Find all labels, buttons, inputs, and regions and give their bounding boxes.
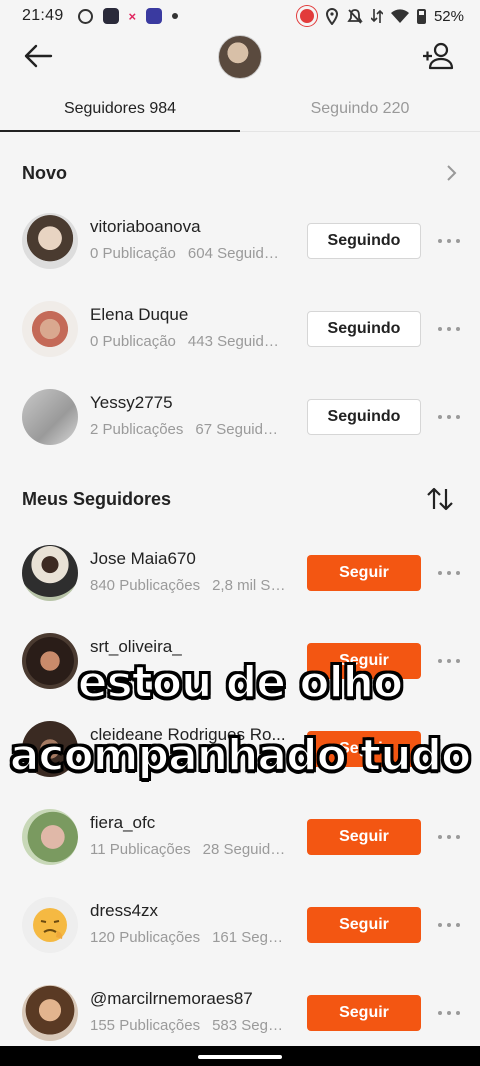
user-name: fiera_ofc bbox=[90, 813, 156, 832]
system-icons: 52% bbox=[296, 6, 464, 26]
home-gesture-handle[interactable] bbox=[198, 1055, 282, 1059]
section-title-followers: Meus Seguidores bbox=[22, 489, 172, 509]
messenger-icon bbox=[102, 8, 119, 24]
list-item[interactable]: vitoriaboanova 0 Publicação 604 Seguidore… bbox=[0, 213, 480, 301]
following-button[interactable]: Seguindo bbox=[307, 311, 421, 347]
followers-count: 28 Seguidores bbox=[202, 841, 286, 858]
close-icon: × bbox=[128, 8, 137, 24]
emoji-icon bbox=[33, 908, 67, 942]
list-item[interactable]: Jose Maia670 840 Publicações 2,8 mil Segu… bbox=[0, 545, 480, 633]
navigation-bar bbox=[0, 1046, 480, 1066]
notification-icons: × bbox=[77, 8, 179, 24]
user-name: @marcilrnemoraes87 bbox=[90, 989, 253, 1008]
app-icon bbox=[146, 8, 163, 24]
following-button[interactable]: Seguindo bbox=[307, 399, 421, 435]
list-item[interactable]: Elena Duque 0 Publicação 443 Seguidores S… bbox=[0, 301, 480, 389]
status-time: 21:49 bbox=[22, 7, 64, 24]
user-stats: 0 Publicação 604 Seguidores bbox=[90, 245, 286, 262]
followers-count: 67 Seguidores bbox=[195, 421, 286, 438]
user-stats: 2 Publicações 67 Seguidores bbox=[90, 421, 286, 438]
user-stats: 840 Publicações 2,8 mil Seguidores bbox=[90, 577, 286, 594]
add-user-button[interactable] bbox=[418, 38, 458, 74]
user-name: Yessy2775 bbox=[90, 393, 173, 412]
user-name: vitoriaboanova bbox=[90, 217, 201, 236]
more-icon[interactable] bbox=[438, 415, 460, 421]
list-item[interactable]: Yessy2775 2 Publicações 67 Seguidores Seg… bbox=[0, 389, 480, 477]
posts-count: 120 Publicações bbox=[90, 929, 201, 946]
user-name: Elena Duque bbox=[90, 305, 189, 324]
dot-icon bbox=[172, 13, 179, 19]
following-button[interactable]: Seguindo bbox=[307, 223, 421, 259]
avatar[interactable] bbox=[22, 213, 78, 269]
posts-count: 155 Publicações bbox=[90, 1017, 201, 1034]
back-button[interactable] bbox=[18, 38, 58, 74]
battery-icon bbox=[416, 8, 426, 24]
tab-bar: Seguidores 984 Seguindo 220 bbox=[0, 88, 480, 132]
battery-percent: 52% bbox=[433, 7, 464, 25]
data-icon bbox=[370, 9, 383, 23]
top-header bbox=[0, 32, 480, 82]
tab-following[interactable]: Seguindo 220 bbox=[240, 88, 480, 131]
avatar[interactable] bbox=[22, 389, 78, 445]
user-name: dress4zx bbox=[90, 901, 159, 920]
follow-button[interactable]: Seguir bbox=[307, 995, 421, 1031]
more-icon[interactable] bbox=[438, 835, 460, 841]
avatar[interactable] bbox=[22, 301, 78, 357]
posts-count: 11 Publicações bbox=[90, 841, 191, 858]
posts-count: 0 Publicação bbox=[90, 333, 176, 350]
recording-icon bbox=[77, 8, 93, 24]
user-name: Jose Maia670 bbox=[90, 549, 196, 568]
chevron-right-icon[interactable] bbox=[444, 163, 458, 183]
section-title-new: Novo bbox=[22, 163, 67, 183]
wifi-icon bbox=[390, 8, 409, 23]
list-item[interactable]: dress4zx 120 Publicações 161 Seguidores S… bbox=[0, 897, 480, 985]
location-icon bbox=[325, 7, 338, 25]
user-name: srt_oliveira_ bbox=[90, 637, 182, 656]
posts-count: 2 Publicações bbox=[90, 421, 184, 438]
user-stats: 11 Publicações 28 Seguidores bbox=[90, 841, 286, 858]
mute-icon bbox=[347, 8, 363, 24]
posts-count: 840 Publicações bbox=[90, 577, 201, 594]
user-stats: 0 Publicação 443 Seguidores bbox=[90, 333, 286, 350]
followers-count: 604 Seguidores bbox=[187, 245, 286, 262]
status-bar: 21:49 × 52% bbox=[0, 0, 480, 32]
avatar[interactable] bbox=[22, 809, 78, 865]
followers-count: 443 Seguidores bbox=[187, 333, 286, 350]
more-icon[interactable] bbox=[438, 239, 460, 245]
user-stats: 155 Publicações 583 Seguidores bbox=[90, 1017, 286, 1034]
more-icon[interactable] bbox=[438, 923, 460, 929]
follow-button[interactable]: Seguir bbox=[307, 819, 421, 855]
follow-button[interactable]: Seguir bbox=[307, 907, 421, 943]
caption-line-2: acompanhado tudo bbox=[9, 729, 473, 782]
more-icon[interactable] bbox=[438, 1011, 460, 1017]
avatar[interactable] bbox=[22, 545, 78, 601]
list-item[interactable]: fiera_ofc 11 Publicações 28 Seguidores Se… bbox=[0, 809, 480, 897]
followers-count: 2,8 mil Seguidores bbox=[212, 577, 286, 594]
followers-count: 161 Seguidores bbox=[212, 929, 286, 946]
sort-icon[interactable] bbox=[426, 486, 454, 512]
add-user-icon bbox=[423, 42, 454, 70]
caption-line-1: estou de olho bbox=[77, 656, 404, 709]
avatar[interactable] bbox=[22, 897, 78, 953]
user-stats: 120 Publicações 161 Seguidores bbox=[90, 929, 286, 946]
more-icon[interactable] bbox=[438, 327, 460, 333]
posts-count: 0 Publicação bbox=[90, 245, 176, 262]
profile-avatar[interactable] bbox=[218, 35, 262, 79]
avatar[interactable] bbox=[22, 985, 78, 1041]
tab-followers[interactable]: Seguidores 984 bbox=[0, 88, 240, 132]
followers-count: 583 Seguidores bbox=[212, 1017, 286, 1034]
screen-record-icon bbox=[296, 6, 317, 26]
follow-button[interactable]: Seguir bbox=[307, 555, 421, 591]
more-icon[interactable] bbox=[438, 571, 460, 577]
arrow-left-icon bbox=[24, 44, 53, 68]
